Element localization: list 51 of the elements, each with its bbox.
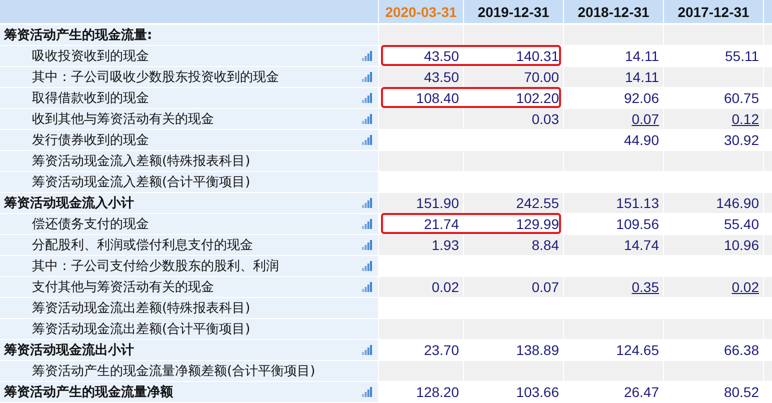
bar-chart-icon[interactable] — [362, 135, 372, 145]
bar-chart-icon[interactable] — [362, 282, 372, 292]
row-label: 筹资活动产生的现金流量: — [4, 26, 152, 44]
bar-chart-icon[interactable] — [362, 51, 372, 61]
row-label: 筹资活动现金流入差额(合计平衡项目) — [31, 174, 250, 191]
bar-chart-icon[interactable] — [362, 387, 372, 397]
bar-chart-icon[interactable] — [362, 93, 372, 103]
value-cell: 14.11 — [563, 67, 663, 87]
bar-chart-icon[interactable] — [362, 72, 372, 82]
value-cell: 146.90 — [663, 193, 763, 213]
value-cell: 8.84 — [463, 235, 563, 255]
bar-chart-icon[interactable] — [362, 261, 372, 271]
value-cell: 242.55 — [463, 193, 563, 213]
row-label: 筹资活动现金流入小计 — [4, 194, 134, 212]
value-link[interactable]: 0.12 — [732, 111, 759, 127]
value-cell: 10.96 — [663, 235, 763, 255]
row-label: 筹资活动产生的现金流量净额差额(合计平衡项目) — [31, 363, 316, 380]
row-label: 筹资活动现金流出差额(合计平衡项目) — [31, 321, 250, 338]
value-cell: 0.03 — [463, 109, 563, 129]
value-cell: 151.13 — [563, 193, 663, 213]
column-header[interactable]: 2018-12-31 — [563, 0, 663, 23]
bar-chart-icon[interactable] — [362, 198, 372, 208]
bar-chart-icon[interactable] — [362, 240, 372, 250]
row-label: 发行债券收到的现金 — [31, 132, 149, 149]
bar-chart-icon[interactable] — [362, 114, 372, 124]
row-label: 收到其他与筹资活动有关的现金 — [31, 111, 214, 128]
value-cell: 14.74 — [563, 235, 663, 255]
value-cell: 151.90 — [378, 193, 463, 213]
row-label: 筹资活动现金流出小计 — [4, 342, 134, 359]
row-label: 吸收投资收到的现金 — [31, 48, 149, 65]
row-label: 筹资活动现金流出差额(特殊报表科目) — [31, 300, 250, 317]
value-cell: 70.00 — [463, 67, 563, 87]
column-header[interactable]: 2019-12-31 — [463, 0, 563, 23]
row-label: 支付其他与筹资活动有关的现金 — [31, 279, 214, 296]
value-cell: 0.07 — [463, 277, 563, 297]
row-label: 其中：子公司吸收少数股东投资收到的现金 — [31, 69, 279, 86]
bar-chart-icon[interactable] — [362, 219, 372, 229]
row-label: 分配股利、利润或偿付利息支付的现金 — [31, 237, 253, 254]
value-cell: 1.93 — [378, 235, 463, 255]
bar-chart-icon[interactable] — [362, 345, 372, 355]
value-cell: 43.50 — [378, 67, 463, 87]
column-header[interactable]: 2017-12-31 — [663, 0, 763, 23]
row-label: 筹资活动产生的现金流量净额 — [4, 384, 173, 401]
row-label: 偿还债务支付的现金 — [31, 216, 149, 233]
value-link[interactable]: 0.02 — [732, 279, 759, 295]
value-link[interactable]: 0.35 — [632, 279, 659, 295]
row-label: 筹资活动现金流入差额(特殊报表科目) — [31, 153, 250, 170]
row-label: 其中：子公司支付给少数股东的股利、利润 — [31, 258, 279, 275]
row-label: 取得借款收到的现金 — [31, 90, 149, 107]
value-link[interactable]: 0.07 — [632, 111, 659, 127]
value-cell: 0.02 — [378, 277, 463, 297]
